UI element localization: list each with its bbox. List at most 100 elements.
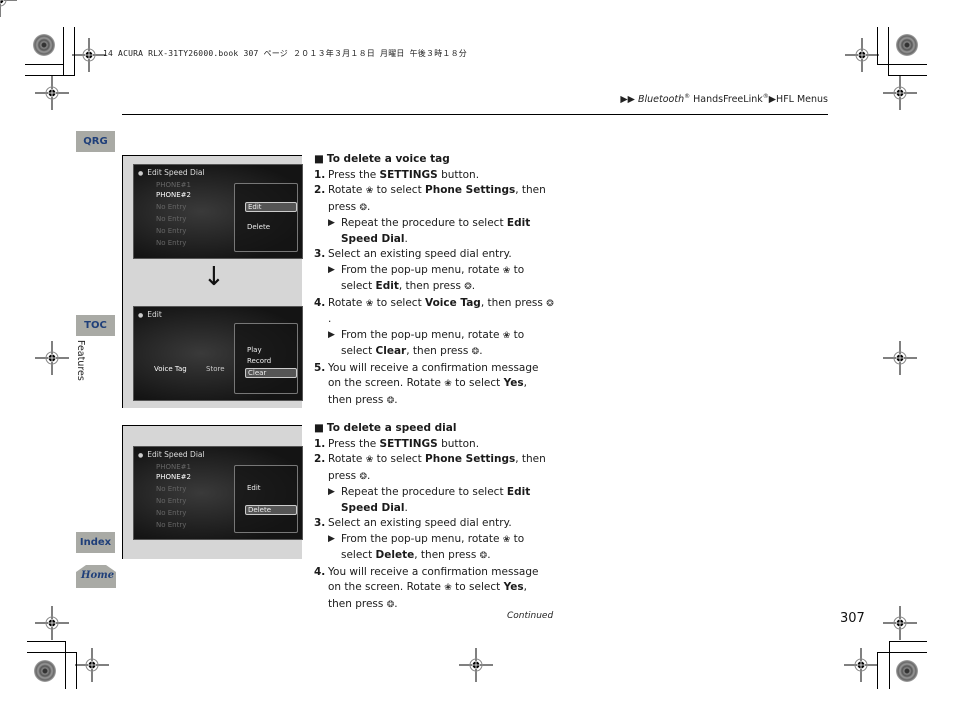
screen-title: Edit xyxy=(138,310,162,319)
popup-option-clear: Clear xyxy=(245,368,297,378)
step-text: . xyxy=(487,549,491,561)
sub-step: From the pop-up menu, rotate ❀ to select… xyxy=(314,532,554,565)
popup-option-record: Record xyxy=(247,357,272,365)
step: 3. Select an existing speed dial entry. xyxy=(314,247,554,263)
breadcrumb: ▶▶ Bluetooth® HandsFreeLink®▶HFL Menus xyxy=(620,93,828,105)
step-text: . xyxy=(471,280,476,292)
step-keyword: Delete xyxy=(375,549,415,561)
step-text: , then press xyxy=(414,549,480,561)
home-label: Home xyxy=(81,570,115,581)
step-text: . xyxy=(328,313,332,325)
step-text: to select xyxy=(373,184,426,196)
step-text: button. xyxy=(437,437,480,450)
step-text: Rotate xyxy=(328,296,366,309)
step-text: . xyxy=(394,597,398,610)
step: 2. Rotate ❀ to select Phone Settings, the… xyxy=(314,452,554,485)
popup-menu: Edit Delete xyxy=(234,465,298,533)
section-heading: To delete a voice tag xyxy=(314,152,554,168)
step-text: From the pop-up menu, rotate xyxy=(341,328,503,341)
step-text: . xyxy=(367,469,371,482)
screen-edit-speed-dial: Edit Speed Dial PHONE#1 PHONE#2 No Entry… xyxy=(133,164,303,259)
step-text: . xyxy=(367,200,371,213)
screen-title: Edit Speed Dial xyxy=(138,168,204,177)
screen-edit: Edit Voice Tag Store Play Record Clear xyxy=(133,306,303,401)
step-number: 1. xyxy=(314,168,326,181)
page-number: 307 xyxy=(840,611,865,626)
step-text: . xyxy=(394,393,398,406)
step-keyword: Edit xyxy=(375,280,399,292)
step-text: , then press xyxy=(480,296,547,309)
step-keyword: Clear xyxy=(375,345,407,357)
sub-step: From the pop-up menu, rotate ❀ to select… xyxy=(314,263,554,296)
step: 1. Press the SETTINGS button. xyxy=(314,168,554,184)
step-text: Repeat the procedure to select xyxy=(341,217,507,229)
list-item: No Entry xyxy=(156,239,187,247)
step-number: 2. xyxy=(314,453,326,465)
list-item-selected: PHONE#2 xyxy=(156,191,191,199)
down-arrow-icon: ↓ xyxy=(203,262,225,292)
step-text: to select xyxy=(451,581,504,593)
step-keyword: Phone Settings xyxy=(425,184,516,196)
breadcrumb-arrow-icon: ▶▶ xyxy=(620,94,635,106)
step-keyword: SETTINGS xyxy=(379,168,438,181)
breadcrumb-hfl-menus[interactable]: HFL Menus xyxy=(776,94,828,105)
figure-panel-speed-dial: Edit Speed Dial PHONE#1 PHONE#2 No Entry… xyxy=(122,425,303,559)
section-heading: To delete a speed dial xyxy=(314,421,554,437)
step-number: 3. xyxy=(314,517,326,529)
step-keyword: Yes xyxy=(503,377,524,389)
popup-menu: Play Record Clear xyxy=(234,323,298,394)
figure-panel-voice-tag: Edit Speed Dial PHONE#1 PHONE#2 No Entry… xyxy=(122,155,303,408)
step-text: button. xyxy=(437,168,480,181)
screen-edit-speed-dial: Edit Speed Dial PHONE#1 PHONE#2 No Entry… xyxy=(133,446,303,540)
list-item: PHONE#1 xyxy=(156,181,191,189)
qrg-tab[interactable]: QRG xyxy=(76,131,115,152)
breadcrumb-bluetooth[interactable]: Bluetooth xyxy=(638,94,684,105)
interface-dial-press-icon: ❂ xyxy=(546,298,554,309)
header-rule xyxy=(122,114,828,115)
step: 2. Rotate ❀ to select Phone Settings, the… xyxy=(314,183,554,216)
section-label: Features xyxy=(75,340,86,381)
list-item: No Entry xyxy=(156,485,187,493)
breadcrumb-arrow-icon: ▶ xyxy=(768,94,777,106)
step-keyword: SETTINGS xyxy=(379,437,438,450)
step-text: Press the xyxy=(328,437,380,450)
step-text: to select xyxy=(373,453,426,465)
list-item-selected: PHONE#2 xyxy=(156,473,191,481)
breadcrumb-handsfreelink[interactable]: HandsFreeLink xyxy=(690,94,763,105)
sub-step: Repeat the procedure to select Edit Spee… xyxy=(314,485,554,516)
step-text: Press the xyxy=(328,168,380,181)
step: 1. Press the SETTINGS button. xyxy=(314,437,554,453)
screen-title: Edit Speed Dial xyxy=(138,450,204,459)
popup-option-delete: Delete xyxy=(247,223,270,231)
step-keyword: Phone Settings xyxy=(425,453,516,465)
list-item: No Entry xyxy=(156,497,187,505)
interface-dial-press-icon: ❂ xyxy=(464,282,472,292)
interface-dial-rotate-icon: ❀ xyxy=(444,379,452,389)
step-text: , then press xyxy=(398,280,465,292)
popup-menu: Edit Delete xyxy=(234,183,298,252)
index-tab[interactable]: Index xyxy=(76,532,115,553)
step-text: . xyxy=(404,501,408,514)
list-item-selected: Voice Tag xyxy=(154,365,187,373)
step-number: 4. xyxy=(314,565,326,578)
home-tab[interactable]: Home xyxy=(76,564,116,588)
step-number: 5. xyxy=(314,361,326,374)
toc-tab[interactable]: TOC xyxy=(76,315,115,336)
step-text: Repeat the procedure to select xyxy=(341,486,507,498)
list-item: PHONE#1 xyxy=(156,463,191,471)
step-text: From the pop-up menu, rotate xyxy=(341,263,503,276)
step-text: , then press xyxy=(406,345,472,357)
popup-option-play: Play xyxy=(247,346,262,354)
step-text: From the pop-up menu, rotate xyxy=(341,532,503,545)
list-item: No Entry xyxy=(156,215,187,223)
sub-step: From the pop-up menu, rotate ❀ to select… xyxy=(314,328,554,361)
step-number: 3. xyxy=(314,248,326,260)
print-header: 14 ACURA RLX-31TY26000.book 307 ページ ２０１３… xyxy=(103,49,468,58)
step: 4. You will receive a confirmation messag… xyxy=(314,565,554,614)
step-keyword: Voice Tag xyxy=(425,296,481,309)
interface-dial-press-icon: ❂ xyxy=(359,471,368,482)
step-text: Rotate xyxy=(328,184,366,196)
registration-mark-icon xyxy=(0,0,17,17)
step-text: Select an existing speed dial entry. xyxy=(328,248,512,260)
list-item: No Entry xyxy=(156,227,187,235)
